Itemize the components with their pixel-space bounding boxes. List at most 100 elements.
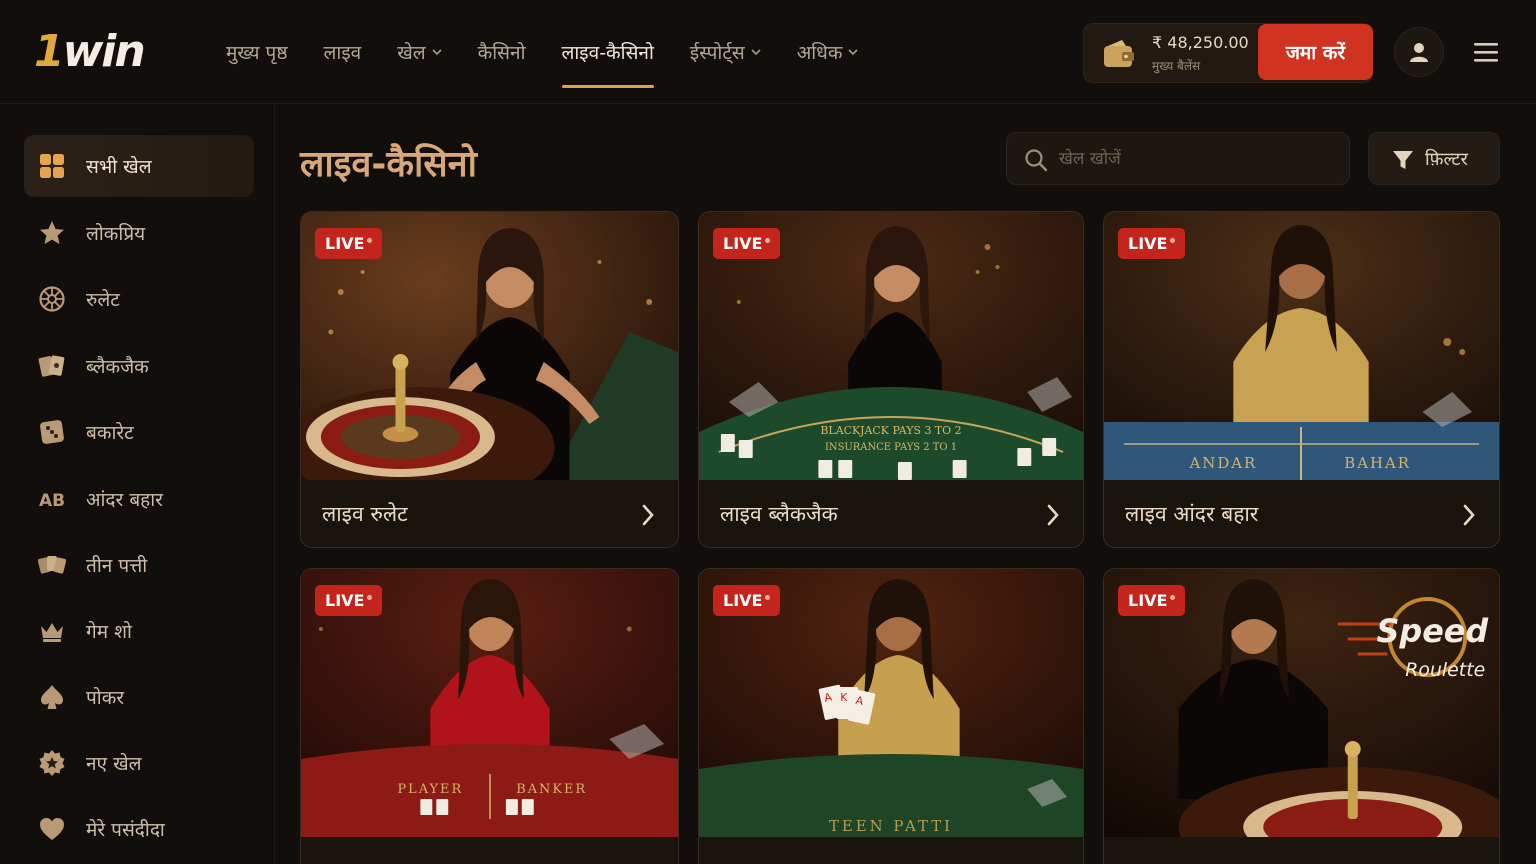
sidebar-item-label: लोकप्रिय xyxy=(86,223,146,245)
profile-button[interactable] xyxy=(1394,27,1444,77)
search-icon xyxy=(1025,149,1048,172)
table-text: PLAYER xyxy=(397,782,463,797)
live-badge: LIVE xyxy=(315,585,383,616)
wallet-icon xyxy=(1104,40,1134,67)
top-header: 1 win मुख्य पृष्ठ लाइव खेल कैसिनो लाइव-कै… xyxy=(0,0,1536,104)
search-input[interactable] xyxy=(1059,143,1339,175)
card-footer: लाइव रुलेट xyxy=(301,480,678,547)
crown-icon xyxy=(41,623,63,642)
svg-text:AB: AB xyxy=(39,491,65,511)
filter-icon xyxy=(1393,151,1413,169)
sidebar-item-all-games[interactable]: सभी खेल xyxy=(24,135,254,197)
sidebar-item-teen-patti[interactable]: तीन पत्ती xyxy=(24,534,254,596)
chevron-down-icon xyxy=(751,49,761,56)
sidebar-item-label: सभी खेल xyxy=(86,156,152,178)
live-badge-label: LIVE xyxy=(723,591,763,610)
sidebar-item-roulette[interactable]: रुलेट xyxy=(24,268,254,330)
nav-more[interactable]: अधिक xyxy=(797,0,859,104)
game-card-baccarat[interactable]: PLAYER BANKER LIVE xyxy=(300,568,679,864)
live-badge: LIVE xyxy=(1118,585,1186,616)
grid-icon xyxy=(40,154,64,178)
live-dot xyxy=(765,238,771,243)
game-card-live-blackjack[interactable]: BLACKJACK PAYS 3 TO 2 INSURANCE PAYS 2 T… xyxy=(698,211,1084,548)
game-card-live-andar-bahar[interactable]: ANDAR BAHAR LIVE लाइव आंदर बहार xyxy=(1103,211,1500,548)
filter-button[interactable]: फ़िल्टर xyxy=(1368,132,1500,185)
game-card-speed-roulette[interactable]: Speed Roulette LIVE xyxy=(1103,568,1500,864)
page-title: लाइव-कैसिनो xyxy=(300,144,477,185)
main-nav: मुख्य पृष्ठ लाइव खेल कैसिनो लाइव-कैसिनो … xyxy=(226,0,894,104)
logo-one: 1 xyxy=(34,26,65,77)
nav-more-label: अधिक xyxy=(796,42,843,64)
chevron-right-icon[interactable] xyxy=(1045,503,1061,527)
brand-logo[interactable]: 1 win xyxy=(34,26,146,77)
nav-casino[interactable]: कैसिनो xyxy=(478,0,526,104)
sidebar-item-blackjack[interactable]: ब्लैकजैक xyxy=(24,335,254,397)
hamburger-icon[interactable] xyxy=(1472,40,1500,64)
nav-live[interactable]: लाइव xyxy=(324,0,362,104)
spade-icon xyxy=(41,685,63,709)
sidebar-item-baccarat[interactable]: बकारेट xyxy=(24,401,254,463)
card-footer: लाइव ब्लैकजैक xyxy=(699,480,1083,547)
nav-esports[interactable]: ईस्पोर्ट्स xyxy=(690,0,761,104)
sidebar-item-label: पोकर xyxy=(86,687,125,709)
roulette-icon xyxy=(39,286,65,312)
sidebar-item-popular[interactable]: लोकप्रिय xyxy=(24,202,254,264)
logo-win: win xyxy=(62,26,146,77)
sidebar-item-label: आंदर बहार xyxy=(86,489,163,511)
nav-esports-label: ईस्पोर्ट्स xyxy=(689,42,745,64)
user-icon xyxy=(1410,43,1428,62)
live-dot xyxy=(367,595,373,600)
sidebar-item-game-show[interactable]: गेम शो xyxy=(24,600,254,662)
chevron-down-icon xyxy=(848,49,859,56)
live-badge: LIVE xyxy=(315,228,383,259)
search-box[interactable] xyxy=(1006,132,1350,185)
nav-sports-label: खेल xyxy=(397,42,426,64)
sidebar-item-label: ब्लैकजैक xyxy=(86,356,149,378)
three-cards-icon xyxy=(38,556,66,574)
nav-live-casino-label: लाइव-कैसिनो xyxy=(561,42,654,64)
live-dot xyxy=(1170,595,1176,600)
card-title: लाइव रुलेट xyxy=(322,502,408,526)
nav-home-label: मुख्य पृष्ठ xyxy=(226,42,288,64)
balance-label: मुख्य बैलेंस xyxy=(1152,59,1201,73)
card-title: लाइव आंदर बहार xyxy=(1125,502,1259,526)
nav-live-label: लाइव xyxy=(323,42,362,64)
card-title: लाइव ब्लैकजैक xyxy=(720,502,838,526)
live-badge-label: LIVE xyxy=(325,591,365,610)
live-badge: LIVE xyxy=(713,585,781,616)
sidebar-item-label: तीन पत्ती xyxy=(86,555,148,577)
nav-sports[interactable]: खेल xyxy=(397,0,442,104)
chevron-right-icon[interactable] xyxy=(640,503,656,527)
nav-home[interactable]: मुख्य पृष्ठ xyxy=(226,0,288,104)
nav-casino-label: कैसिनो xyxy=(477,42,526,64)
deposit-button[interactable]: जमा करें xyxy=(1258,24,1373,80)
sidebar-item-new-games[interactable]: नए खेल xyxy=(24,732,254,794)
chevron-right-icon[interactable] xyxy=(1461,503,1477,527)
heart-icon xyxy=(40,818,64,840)
star-icon xyxy=(40,221,64,244)
sidebar-item-label: मेरे पसंदीदा xyxy=(86,819,165,841)
sidebar-item-poker[interactable]: पोकर xyxy=(24,666,254,728)
balance-amount: ₹ 48,250.00 xyxy=(1152,33,1249,52)
badge-star-icon xyxy=(39,750,65,776)
ab-icon: AB xyxy=(39,491,65,511)
live-badge-label: LIVE xyxy=(723,234,763,253)
live-badge: LIVE xyxy=(713,228,781,259)
table-text: BAHAR xyxy=(1344,454,1411,472)
live-badge-label: LIVE xyxy=(325,234,365,253)
game-card-teen-patti[interactable]: A K A TEEN PATTI LIVE xyxy=(698,568,1084,864)
card-footer: लाइव आंदर बहार xyxy=(1104,480,1499,547)
chevron-down-icon xyxy=(432,49,442,56)
logo-text: Roulette xyxy=(1405,659,1485,681)
table-text: ANDAR xyxy=(1189,454,1258,472)
sidebar-item-label: गेम शो xyxy=(86,621,132,643)
table-text: INSURANCE PAYS 2 TO 1 xyxy=(825,442,957,453)
live-badge-label: LIVE xyxy=(1128,234,1168,253)
live-badge: LIVE xyxy=(1118,228,1186,259)
sidebar-item-andar-bahar[interactable]: AB आंदर बहार xyxy=(24,468,254,530)
sidebar-item-favorites[interactable]: मेरे पसंदीदा xyxy=(24,798,254,860)
game-card-live-roulette[interactable]: LIVE लाइव रुलेट xyxy=(300,211,679,548)
logo-text: Speed xyxy=(1377,612,1490,650)
nav-live-casino[interactable]: लाइव-कैसिनो xyxy=(561,0,655,104)
live-dot xyxy=(1170,238,1176,243)
